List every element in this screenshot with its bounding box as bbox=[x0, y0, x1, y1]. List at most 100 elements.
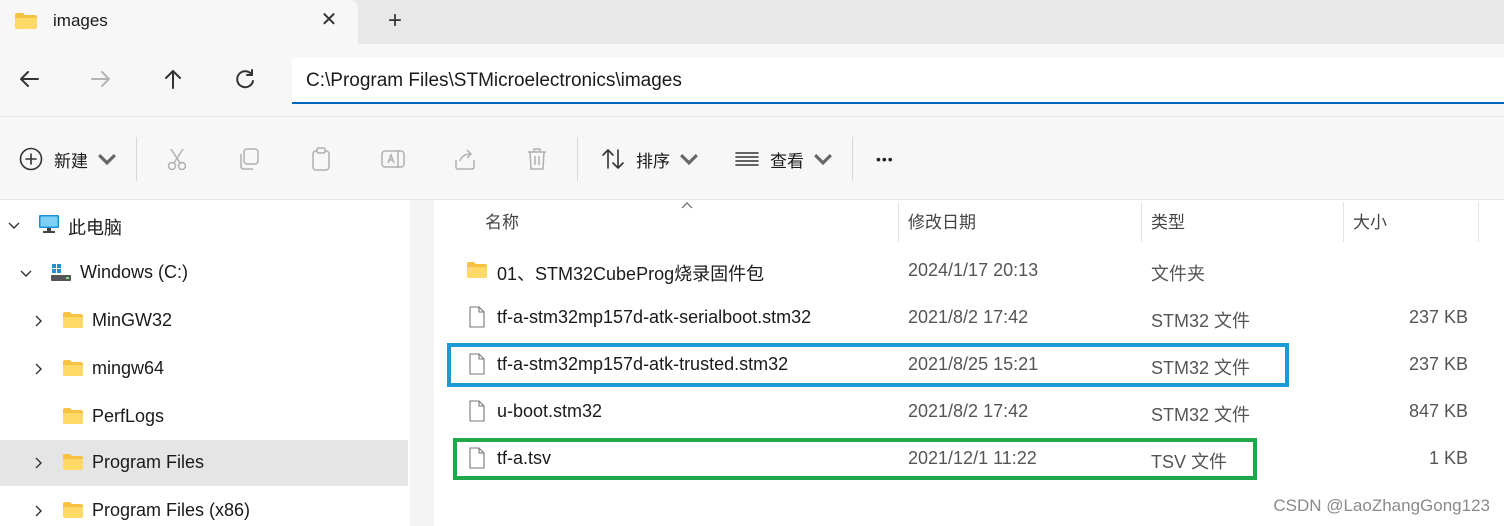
copy-button[interactable] bbox=[236, 143, 262, 175]
file-row[interactable]: 01、STM32CubeProg烧录固件包 2024/1/17 20:13 文件… bbox=[436, 247, 1504, 293]
chevron-down-icon bbox=[814, 153, 832, 166]
separator bbox=[136, 137, 137, 181]
close-tab-button[interactable]: ✕ bbox=[318, 9, 340, 31]
chevron-down-icon bbox=[20, 270, 32, 277]
sidebar-item-label: Windows (C:) bbox=[80, 262, 189, 282]
address-path: C:\Program Files\STMicroelectronics\imag… bbox=[306, 70, 682, 91]
chevron-down-icon bbox=[680, 153, 698, 166]
file-date: 2021/8/2 17:42 bbox=[908, 401, 1029, 421]
share-button[interactable] bbox=[452, 143, 478, 175]
chevron-down-icon bbox=[8, 222, 20, 229]
sidebar-item-label: MinGW32 bbox=[92, 310, 173, 330]
tab-images[interactable]: images ✕ bbox=[0, 0, 358, 44]
sort-label: 排序 bbox=[636, 151, 670, 171]
paste-button[interactable] bbox=[308, 143, 334, 175]
column-divider[interactable] bbox=[1343, 202, 1344, 242]
file-size: 237 KB bbox=[1408, 307, 1468, 327]
column-header-size[interactable]: 大小 bbox=[1353, 208, 1387, 233]
tab-title: images bbox=[53, 11, 108, 30]
sidebar-item-this-pc[interactable]: 此电脑 bbox=[0, 202, 408, 248]
arrow-left-icon bbox=[20, 71, 39, 87]
view-button[interactable]: 查看 bbox=[734, 143, 836, 175]
rename-icon bbox=[381, 150, 405, 168]
sidebar-item-label: Program Files (x86) bbox=[92, 500, 251, 520]
address-bar[interactable]: C:\Program Files\STMicroelectronics\imag… bbox=[292, 58, 1504, 104]
monitor-icon bbox=[39, 215, 59, 233]
file-name: tf-a-stm32mp157d-atk-serialboot.stm32 bbox=[497, 307, 812, 327]
file-row[interactable]: tf-a-stm32mp157d-atk-serialboot.stm32 20… bbox=[436, 294, 1504, 340]
sidebar-item-label: mingw64 bbox=[92, 358, 165, 378]
command-bar: 新建 排序 查看 ••• bbox=[0, 116, 1504, 200]
column-header-name[interactable]: 名称 bbox=[485, 208, 519, 233]
forward-button[interactable] bbox=[86, 64, 116, 94]
file-row[interactable]: u-boot.stm32 2021/8/2 17:42 STM32 文件 847… bbox=[436, 388, 1504, 434]
file-size: 1 KB bbox=[1428, 448, 1468, 468]
column-header-type[interactable]: 类型 bbox=[1151, 208, 1185, 233]
column-header-modified[interactable]: 修改日期 bbox=[908, 208, 976, 233]
refresh-icon bbox=[236, 69, 254, 89]
folder-icon bbox=[63, 360, 83, 376]
chevron-right-icon bbox=[35, 363, 42, 375]
sidebar-item-mingw32[interactable]: MinGW32 bbox=[0, 298, 408, 344]
sort-ascending-icon bbox=[681, 202, 693, 209]
file-type: STM32 文件 bbox=[1151, 405, 1251, 425]
column-divider[interactable] bbox=[898, 202, 899, 242]
chevron-right-icon bbox=[35, 315, 42, 327]
new-tab-button[interactable]: + bbox=[382, 8, 408, 34]
more-options-button[interactable]: ••• bbox=[876, 143, 894, 175]
file-name: 01、STM32CubeProg烧录固件包 bbox=[497, 264, 765, 284]
navigation-pane: 此电脑 Windows (C:) MinGW32 mingw64 PerfLog… bbox=[0, 200, 410, 526]
tab-strip: images ✕ + bbox=[0, 0, 1504, 44]
clipboard-icon bbox=[312, 147, 330, 171]
arrow-up-icon bbox=[165, 70, 181, 89]
folder-icon bbox=[467, 262, 487, 278]
separator bbox=[577, 137, 578, 181]
file-type: STM32 文件 bbox=[1151, 311, 1251, 331]
back-button[interactable] bbox=[14, 64, 44, 94]
new-button[interactable]: 新建 bbox=[18, 143, 120, 175]
file-size: 847 KB bbox=[1408, 401, 1468, 421]
sort-icon bbox=[602, 149, 624, 169]
folder-icon bbox=[63, 312, 83, 328]
file-name: u-boot.stm32 bbox=[497, 401, 603, 421]
highlight-box-green bbox=[453, 438, 1257, 480]
sidebar-item-mingw64[interactable]: mingw64 bbox=[0, 346, 408, 392]
sidebar-item-label: 此电脑 bbox=[68, 218, 122, 238]
scissors-icon bbox=[167, 148, 187, 171]
file-date: 2021/8/2 17:42 bbox=[908, 307, 1029, 327]
drive-icon bbox=[51, 264, 71, 281]
cut-button[interactable] bbox=[164, 143, 190, 175]
delete-button[interactable] bbox=[524, 143, 550, 175]
sidebar-item-label: PerfLogs bbox=[92, 406, 165, 426]
more-icon: ••• bbox=[876, 151, 894, 167]
sidebar-item-windows-c[interactable]: Windows (C:) bbox=[0, 250, 408, 296]
column-divider[interactable] bbox=[1478, 202, 1479, 242]
folder-icon bbox=[63, 454, 83, 470]
sidebar-item-program-files[interactable]: Program Files bbox=[0, 440, 408, 486]
up-button[interactable] bbox=[158, 64, 188, 94]
trash-icon bbox=[528, 148, 546, 170]
column-divider[interactable] bbox=[1141, 202, 1142, 242]
sidebar-item-program-files-x86[interactable]: Program Files (x86) bbox=[0, 488, 408, 526]
list-view-icon bbox=[735, 152, 759, 166]
sidebar-scrollbar[interactable] bbox=[410, 200, 434, 526]
watermark: CSDN @LaoZhangGong123 bbox=[1273, 496, 1490, 515]
folder-icon bbox=[63, 408, 83, 424]
file-size: 237 KB bbox=[1408, 354, 1468, 374]
folder-icon bbox=[15, 13, 37, 29]
separator bbox=[852, 137, 853, 181]
new-label: 新建 bbox=[54, 151, 88, 171]
chevron-right-icon bbox=[35, 457, 42, 469]
share-icon bbox=[455, 149, 475, 170]
file-type: 文件夹 bbox=[1151, 264, 1205, 284]
plus-circle-icon bbox=[19, 147, 43, 171]
sidebar-item-perflogs[interactable]: PerfLogs bbox=[0, 394, 408, 440]
sidebar-item-label: Program Files bbox=[92, 452, 205, 472]
refresh-button[interactable] bbox=[230, 64, 260, 94]
file-date: 2024/1/17 20:13 bbox=[908, 260, 1039, 280]
arrow-right-icon bbox=[91, 71, 110, 87]
chevron-down-icon bbox=[98, 153, 116, 166]
sort-button[interactable]: 排序 bbox=[600, 143, 702, 175]
rename-button[interactable] bbox=[380, 143, 406, 175]
file-icon bbox=[469, 306, 485, 328]
